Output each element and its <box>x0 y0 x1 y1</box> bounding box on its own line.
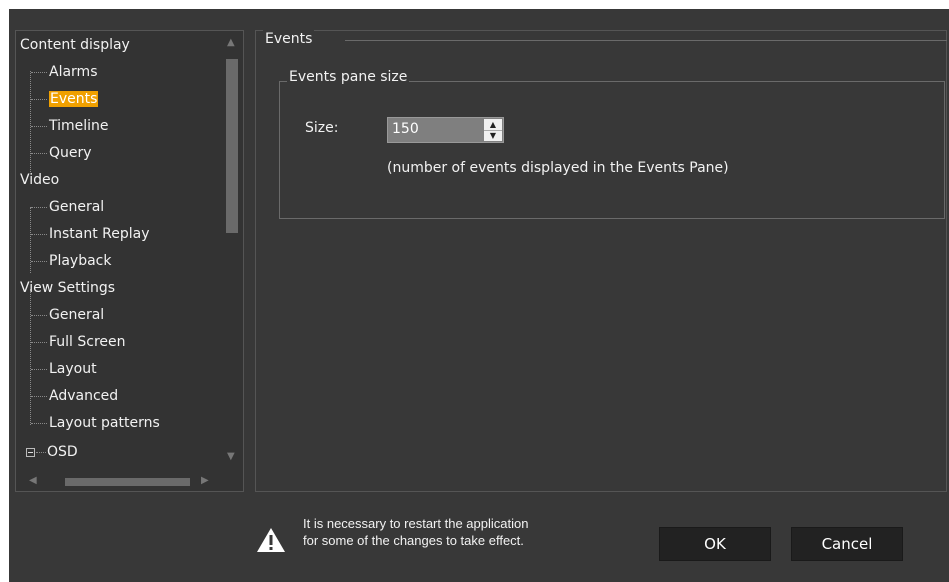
tree-item-label: Instant Replay <box>49 226 150 242</box>
tree-item-query[interactable]: Query <box>49 142 92 164</box>
warning-line-2: for some of the changes to take effect. <box>303 533 524 548</box>
tree-branch <box>31 99 47 100</box>
ok-button[interactable]: OK <box>659 527 771 561</box>
size-label: Size: <box>305 120 339 136</box>
tree-item-label: General <box>49 199 105 215</box>
tree-item-layout-patterns[interactable]: Layout patterns <box>49 412 160 434</box>
tree-branch <box>31 423 47 424</box>
tree-item-view-general[interactable]: General <box>49 304 104 326</box>
vertical-scroll-thumb[interactable] <box>226 59 238 233</box>
tree-item-advanced[interactable]: Advanced <box>49 385 118 407</box>
scroll-right-icon[interactable]: ▶ <box>201 476 209 486</box>
group-title: Events <box>263 30 315 48</box>
tree-branch <box>31 315 47 316</box>
tree-item-label: View Settings <box>20 280 116 296</box>
tree-item-events[interactable]: Events <box>49 88 99 110</box>
tree-item-label: Query <box>49 145 92 161</box>
cancel-button[interactable]: Cancel <box>791 527 903 561</box>
tree-branch <box>31 72 47 73</box>
tree-branch <box>31 126 47 127</box>
tree-vertical-scrollbar[interactable]: ▲ ▼ <box>221 32 243 467</box>
options-dialog: Content display Alarms Events Timeline Q… <box>0 0 949 582</box>
tree-item-label: General <box>49 307 105 323</box>
tree-item-label: Layout patterns <box>49 415 160 431</box>
tree-horizontal-scrollbar[interactable]: ◀ ▶ <box>17 471 221 491</box>
tree-item-video-general[interactable]: General <box>49 196 104 218</box>
tree-item-label: Content display <box>20 37 130 53</box>
tree-branch <box>31 207 47 208</box>
warning-line-1: It is necessary to restart the applicati… <box>303 516 529 531</box>
tree-branch <box>36 452 46 453</box>
size-description: (number of events displayed in the Event… <box>387 160 729 176</box>
tree-item-label: Timeline <box>49 118 109 134</box>
tree-branch <box>31 153 47 154</box>
tree-item-playback[interactable]: Playback <box>49 250 111 272</box>
tree-item-label: Full Screen <box>49 334 126 350</box>
tree-branch <box>31 234 47 235</box>
tree-item-instant-replay[interactable]: Instant Replay <box>49 223 150 245</box>
scroll-up-icon[interactable]: ▲ <box>227 38 235 48</box>
warning-icon <box>257 528 285 552</box>
tree-item-label: Alarms <box>49 64 98 80</box>
tree-item-timeline[interactable]: Timeline <box>49 115 109 137</box>
scroll-left-icon[interactable]: ◀ <box>29 476 37 486</box>
group-divider <box>345 40 947 41</box>
scroll-down-icon[interactable]: ▼ <box>227 452 235 462</box>
tree-item-alarms[interactable]: Alarms <box>49 61 98 83</box>
tree-item-video[interactable]: Video <box>20 169 59 191</box>
events-pane-size-group <box>279 81 945 219</box>
subgroup-title: Events pane size <box>287 68 410 86</box>
tree-item-label: Video <box>20 172 60 188</box>
tree-item-layout[interactable]: Layout <box>49 358 97 380</box>
tree-item-view-settings[interactable]: View Settings <box>20 277 115 299</box>
tree-item-content-display[interactable]: Content display <box>20 34 130 56</box>
tree-branch <box>31 369 47 370</box>
size-stepper[interactable]: 150 ▲ ▼ <box>387 117 504 143</box>
horizontal-scroll-thumb[interactable] <box>65 478 190 486</box>
tree-connector <box>30 289 31 425</box>
size-value[interactable]: 150 <box>392 121 419 137</box>
tree-connector <box>30 207 31 273</box>
settings-tree[interactable]: Content display Alarms Events Timeline Q… <box>15 30 244 492</box>
tree-item-label: Playback <box>49 253 112 269</box>
tree-branch <box>31 342 47 343</box>
tree-item-label: Events <box>49 91 99 107</box>
stepper-buttons: ▲ ▼ <box>484 119 502 141</box>
tree-item-full-screen[interactable]: Full Screen <box>49 331 126 353</box>
tree-branch <box>31 396 47 397</box>
tree-item-label: OSD <box>47 444 78 460</box>
tree-item-osd[interactable]: OSD <box>47 441 78 463</box>
tree-item-label: Layout <box>49 361 97 377</box>
tree-connector <box>30 71 31 172</box>
tree-item-label: Advanced <box>49 388 119 404</box>
restart-warning: It is necessary to restart the applicati… <box>303 515 528 549</box>
tree-branch <box>31 261 47 262</box>
collapse-icon[interactable] <box>26 448 35 457</box>
decrement-icon[interactable]: ▼ <box>484 130 502 141</box>
